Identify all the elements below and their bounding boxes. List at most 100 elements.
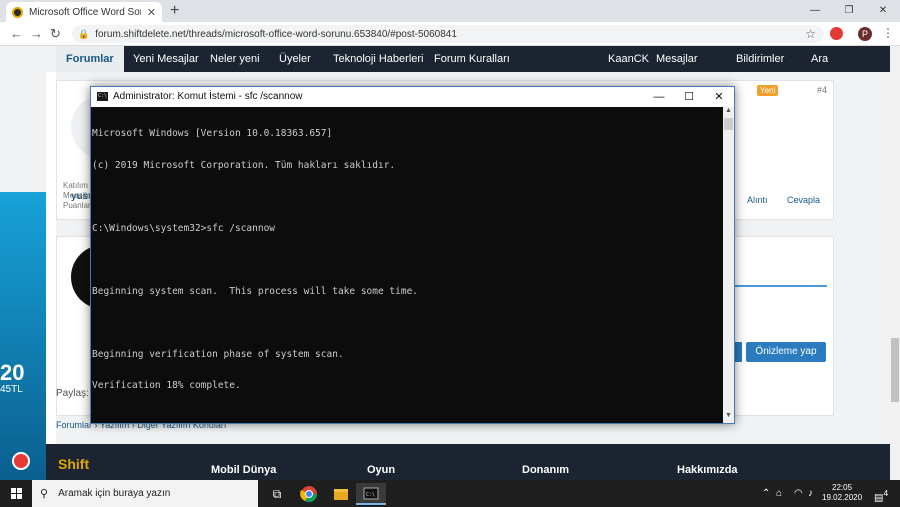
page-scrollbar[interactable] [890, 46, 900, 480]
minimize-icon[interactable]: — [798, 0, 832, 22]
console-line: Verification 18% complete. [92, 380, 241, 391]
extension-icon[interactable] [830, 27, 843, 40]
action-center-icon[interactable]: ▤4 [874, 480, 888, 507]
messages-link[interactable]: Mesajlar [656, 46, 698, 72]
taskbar-clock[interactable]: 22:05 19.02.2020 [822, 483, 862, 503]
task-view-icon[interactable]: ⧉ [262, 483, 292, 505]
profile-avatar[interactable]: P [858, 27, 872, 41]
browser-tab[interactable]: Microsoft Office Word Sorunu! | ✕ [6, 2, 162, 22]
post-reply-button[interactable] [734, 342, 742, 362]
cmd-title-text: Administrator: Komut İstemi - sfc /scann… [113, 91, 303, 102]
chrome-taskbar-icon[interactable] [294, 483, 324, 505]
start-button[interactable] [0, 480, 32, 507]
scroll-up-icon[interactable]: ▲ [723, 107, 734, 118]
svg-text:C:\: C:\ [366, 492, 375, 498]
console-line: Beginning verification phase of system s… [92, 348, 344, 360]
lock-icon: 🔒 [78, 28, 90, 39]
cmd-close-icon[interactable]: ✕ [704, 87, 734, 107]
console-line: C:\Windows\system32>sfc /scannow [92, 222, 276, 234]
breadcrumb-forumlar[interactable]: Forumlar [56, 420, 92, 430]
nav-uyeler[interactable]: Üyeler [279, 46, 311, 72]
forum-navbar: Forumlar Yeni Mesajlar Neler yeni Üyeler… [56, 46, 890, 72]
ad-price: 45TL [0, 384, 23, 395]
nav-forum-kurallari[interactable]: Forum Kuralları [434, 46, 510, 72]
cmd-window: C:\ Administrator: Komut İstemi - sfc /s… [90, 86, 735, 424]
browser-menu-icon[interactable]: ⋮ [882, 26, 894, 40]
footer-logo[interactable]: Shift [58, 456, 89, 472]
nav-forumlar[interactable]: Forumlar [56, 46, 124, 72]
taskbar-search-placeholder: Aramak için buraya yazın [58, 488, 171, 499]
reload-icon[interactable]: ↻ [50, 26, 61, 42]
clock-time: 22:05 [832, 483, 853, 492]
footer-hakkimizda[interactable]: Hakkımızda [677, 464, 738, 476]
file-explorer-icon[interactable] [326, 483, 356, 505]
close-window-icon[interactable]: ✕ [866, 0, 900, 22]
tab-title: Microsoft Office Word Sorunu! | [29, 6, 141, 18]
cmd-maximize-icon[interactable]: ☐ [674, 87, 704, 107]
post-meta-points: Puanları [63, 201, 93, 210]
footer-donanim[interactable]: Donanım [522, 464, 569, 476]
console-line: Beginning system scan. This process will… [92, 285, 419, 297]
tray-chevron-icon[interactable]: ⌃ [762, 480, 770, 507]
site-footer: Shift Mobil Dünya Oyun Donanım Hakkımızd… [46, 444, 890, 480]
left-advertisement[interactable]: 20 45TL [0, 192, 46, 480]
windows-logo-icon [17, 488, 22, 493]
nav-neler-yeni[interactable]: Neler yeni [210, 46, 260, 72]
cmd-console-output[interactable]: Microsoft Windows [Version 10.0.18363.65… [91, 107, 723, 423]
footer-oyun[interactable]: Oyun [367, 464, 395, 476]
wifi-icon[interactable]: ◠ [794, 480, 803, 507]
back-icon[interactable]: ← [10, 26, 23, 41]
cmd-taskbar-icon[interactable]: C:\ [356, 483, 386, 505]
windows-logo-icon [11, 494, 16, 499]
user-menu[interactable]: KaanCK [608, 46, 649, 72]
console-line: Microsoft Windows [Version 10.0.18363.65… [92, 128, 333, 139]
post-meta-joined: Katılım [63, 181, 88, 190]
forward-icon[interactable]: → [30, 26, 43, 41]
nav-teknoloji-haberleri[interactable]: Teknoloji Haberleri [333, 46, 424, 72]
quote-button[interactable]: Alıntı [747, 195, 768, 205]
notification-bubble-icon[interactable] [12, 452, 30, 470]
window-controls: — ❐ ✕ [798, 0, 900, 22]
notifications-link[interactable]: Bildirimler [736, 46, 784, 72]
ad-gb: 20 [0, 360, 25, 385]
share-label: Paylaş: [56, 388, 89, 399]
url-field[interactable]: 🔒 forum.shiftdelete.net/threads/microsof… [72, 25, 824, 43]
bookmark-star-icon[interactable]: ☆ [805, 27, 816, 41]
taskbar-search[interactable]: ⚲ Aramak için buraya yazın [32, 480, 258, 507]
footer-mobil-dunya[interactable]: Mobil Dünya [211, 464, 276, 476]
left-stripe [46, 72, 56, 480]
windows-taskbar: ⚲ Aramak için buraya yazın ⧉ C:\ ⌃ ⌂ ◠ ♪… [0, 480, 900, 507]
search-icon: ⚲ [40, 488, 49, 500]
nav-yeni-mesajlar[interactable]: Yeni Mesajlar [133, 46, 199, 72]
url-text: forum.shiftdelete.net/threads/microsoft-… [95, 28, 457, 40]
console-line: (c) 2019 Microsoft Corporation. Tüm hakl… [92, 159, 396, 171]
windows-logo-icon [11, 488, 16, 493]
post-number[interactable]: #4 [817, 85, 827, 95]
site-favicon-icon [12, 6, 23, 18]
scroll-down-icon[interactable]: ▼ [723, 412, 734, 423]
cmd-titlebar[interactable]: C:\ Administrator: Komut İstemi - sfc /s… [91, 87, 734, 107]
new-badge: Yeni [757, 85, 779, 96]
volume-icon[interactable]: ♪ [808, 480, 813, 507]
clock-date: 19.02.2020 [822, 493, 863, 502]
close-tab-icon[interactable]: ✕ [147, 6, 156, 19]
preview-button[interactable]: Önizleme yap [746, 342, 826, 362]
post-meta-messages: Mesajla [63, 191, 91, 200]
scrollbar-thumb[interactable] [891, 338, 899, 402]
search-link[interactable]: Ara [811, 46, 828, 72]
new-tab-icon[interactable]: + [170, 2, 179, 20]
browser-tabstrip: Microsoft Office Word Sorunu! | ✕ + — ❐ … [0, 0, 900, 22]
cmd-scroll-thumb[interactable] [724, 118, 733, 130]
windows-logo-icon [17, 494, 22, 499]
cmd-minimize-icon[interactable]: — [644, 87, 674, 107]
cmd-scrollbar[interactable]: ▲ ▼ [723, 107, 734, 423]
cmd-app-icon: C:\ [97, 92, 108, 101]
network-icon[interactable]: ⌂ [776, 480, 782, 507]
notification-count: 4 [883, 488, 889, 498]
restore-icon[interactable]: ❐ [832, 0, 866, 22]
reply-button[interactable]: Cevapla [787, 195, 820, 205]
address-bar-row: ← → ↻ 🔒 forum.shiftdelete.net/threads/mi… [0, 22, 900, 46]
